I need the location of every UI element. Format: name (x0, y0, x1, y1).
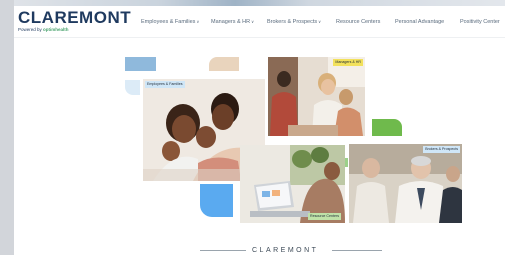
nav-managers-hr[interactable]: Managers & HR∨ (211, 16, 254, 28)
chevron-down-icon: ∨ (196, 19, 200, 24)
nav-label: Managers & HR (211, 19, 251, 25)
nav-resource-centers[interactable]: Resource Centers (336, 16, 380, 28)
light-blue-accent-block (125, 80, 140, 95)
page: Employees & Families Managers & HR Resou… (14, 6, 505, 255)
handshake-illustration (349, 144, 462, 223)
footer-wordmark: CLAREMONT (252, 247, 319, 254)
resource-centers-tag: Resource Centers (308, 213, 341, 220)
resource-centers-photo[interactable]: Resource Centers (240, 145, 345, 223)
nav-label: Personal Advantage (395, 19, 445, 25)
blue-rounded-block (200, 184, 233, 217)
employees-families-tag: Employees & Families (145, 81, 185, 88)
meeting-illustration (268, 57, 365, 136)
brokers-prospects-photo[interactable]: Brokers & Prospects (349, 144, 462, 223)
logo-wordmark: CLAREMONT (18, 8, 132, 27)
nav-brokers-prospects[interactable]: Brokers & Prospects∨ (267, 16, 321, 28)
partner-name: optimhealth (43, 27, 69, 32)
brokers-prospects-tag: Brokers & Prospects (423, 146, 460, 153)
nav-positivity-center[interactable]: Positivity Center (460, 16, 500, 28)
nav-label: Resource Centers (336, 19, 381, 25)
claremont-logo[interactable]: CLAREMONT Powered by optimhealth (18, 8, 132, 33)
footer-rule-left (200, 250, 246, 251)
site-header: CLAREMONT Powered by optimhealth Employe… (14, 6, 505, 38)
nav-label: Positivity Center (460, 19, 500, 25)
managers-hr-tag: Managers & HR (333, 59, 363, 66)
footer-rule-right (332, 250, 382, 251)
tan-accent-block (209, 57, 239, 71)
nav-personal-advantage[interactable]: Personal Advantage (395, 16, 444, 28)
chevron-down-icon: ∨ (251, 19, 255, 24)
powered-by-text: Powered by (18, 27, 42, 32)
nav-employees-families[interactable]: Employees & Families∨ (141, 16, 199, 28)
nav-label: Brokers & Prospects (267, 19, 318, 25)
main-nav: Employees & Families∨ Managers & HR∨ Bro… (140, 16, 502, 30)
chevron-down-icon: ∨ (318, 19, 322, 24)
browser-side-rail (0, 0, 14, 255)
laptop-illustration (240, 145, 345, 223)
green-accent-block (372, 119, 402, 136)
managers-hr-photo[interactable]: Managers & HR (268, 57, 365, 136)
blue-accent-block (125, 57, 156, 71)
nav-label: Employees & Families (141, 19, 196, 25)
hero-collage: Employees & Families Managers & HR Resou… (14, 6, 505, 255)
powered-by-line: Powered by optimhealth (18, 27, 69, 32)
